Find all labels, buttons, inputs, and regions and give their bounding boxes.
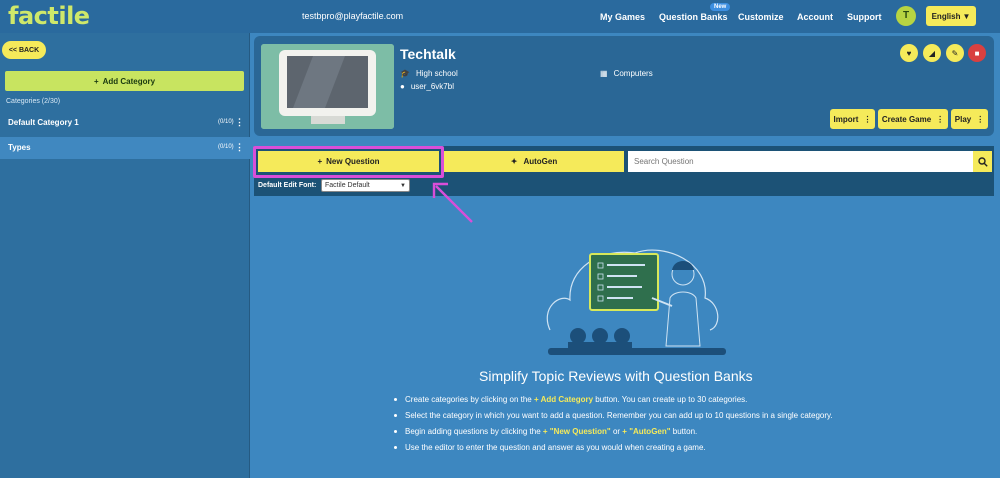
share-button[interactable]: ◢ xyxy=(923,44,941,62)
play-label: Play xyxy=(954,114,972,124)
more-icon: ⋮ xyxy=(976,114,985,124)
font-value: Factile Default xyxy=(325,182,370,189)
delete-button[interactable]: ■ xyxy=(968,44,986,62)
favorite-button[interactable]: ♥ xyxy=(900,44,918,62)
bank-user: ● user_6vk7bl xyxy=(400,82,454,91)
edit-button[interactable]: ✎ xyxy=(946,44,964,62)
bullet-text: Select the category in which you want to… xyxy=(405,411,833,420)
create-game-label: Create Game xyxy=(881,114,932,124)
heart-icon: ♥ xyxy=(906,48,912,58)
bank-title: Techtalk xyxy=(400,46,456,62)
category-name: Default Category 1 xyxy=(8,118,79,127)
bullet-text: button. xyxy=(670,427,698,436)
chevron-down-icon: ▼ xyxy=(962,11,971,21)
bullet-text: button. You can create up to 30 categori… xyxy=(593,395,748,404)
search-question-input[interactable] xyxy=(628,151,974,172)
trash-icon: ■ xyxy=(974,48,980,58)
category-count: (0/10) xyxy=(218,144,234,150)
factile-logo[interactable]: factile xyxy=(8,2,90,30)
user-text: user_6vk7bl xyxy=(410,82,454,91)
play-button[interactable]: Play ⋮ xyxy=(951,109,988,129)
list-item: Select the category in which you want to… xyxy=(394,410,914,426)
add-category-button[interactable]: + Add Category xyxy=(5,71,244,91)
teacher-illustration xyxy=(546,249,726,355)
bullet-highlight: Add Category xyxy=(540,395,594,404)
user-avatar[interactable]: T xyxy=(896,6,916,26)
more-icon: ⋮ xyxy=(936,114,945,124)
bank-level: 🎓 High school xyxy=(400,69,458,78)
autogen-label: AutoGen xyxy=(523,157,558,166)
nav-support[interactable]: Support xyxy=(847,12,882,22)
language-select[interactable]: English ▼ xyxy=(926,6,976,26)
import-label: Import xyxy=(833,114,859,124)
instructions-list: Create categories by clicking on the + A… xyxy=(394,394,914,458)
nav-my-games[interactable]: My Games xyxy=(600,12,645,22)
search-button[interactable] xyxy=(973,151,992,172)
more-options-icon[interactable]: ⋮ xyxy=(235,142,244,153)
highlight-box xyxy=(253,146,444,178)
subject-text: Computers xyxy=(613,69,653,78)
nav-question-banks[interactable]: Question Banks xyxy=(659,12,728,22)
magic-wand-icon: ✦ xyxy=(510,157,518,166)
nav-account[interactable]: Account xyxy=(797,12,833,22)
bank-thumbnail xyxy=(261,44,394,129)
plus-icon: + xyxy=(542,427,550,436)
list-item: Use the editor to enter the question and… xyxy=(394,442,914,458)
plus-icon: + xyxy=(533,395,541,404)
bullet-text: Create categories by clicking on the xyxy=(405,395,534,404)
language-label: English xyxy=(931,11,961,21)
bullet-text: Use the editor to enter the question and… xyxy=(405,443,706,452)
search-icon xyxy=(977,156,988,167)
default-font-label: Default Edit Font: xyxy=(258,182,317,189)
font-select[interactable]: Factile Default ▼ xyxy=(321,179,410,192)
category-count: (0/10) xyxy=(218,119,234,125)
sidebar-item-default-category-1[interactable]: Default Category 1 (0/10) ⋮ xyxy=(0,112,250,134)
back-button[interactable]: << BACK xyxy=(2,41,46,59)
autogen-button[interactable]: ✦ AutoGen xyxy=(444,151,624,172)
level-text: High school xyxy=(415,69,458,78)
more-icon: ⋮ xyxy=(863,114,872,124)
edit-icon: ✎ xyxy=(951,48,959,58)
chevron-down-icon: ▼ xyxy=(400,182,406,189)
plus-icon: + xyxy=(93,76,99,86)
bullet-text: Begin adding questions by clicking the xyxy=(405,427,543,436)
create-game-button[interactable]: Create Game ⋮ xyxy=(878,109,948,129)
category-name: Types xyxy=(8,143,31,152)
user-email: testbpro@playfactile.com xyxy=(302,11,404,21)
add-category-label: Add Category xyxy=(102,76,156,86)
annotation-arrow-icon xyxy=(432,182,473,223)
import-button[interactable]: Import ⋮ xyxy=(830,109,875,129)
list-item: Create categories by clicking on the + A… xyxy=(394,394,914,410)
empty-state-headline: Simplify Topic Reviews with Question Ban… xyxy=(479,368,753,384)
more-options-icon[interactable]: ⋮ xyxy=(235,117,244,128)
bullet-text: or xyxy=(610,427,623,436)
user-icon: ● xyxy=(400,82,405,91)
categories-count: Categories (2/30) xyxy=(6,98,61,105)
monitor-icon xyxy=(261,44,394,129)
graduation-cap-icon: 🎓 xyxy=(400,69,410,78)
nav-customize[interactable]: Customize xyxy=(738,12,784,22)
bullet-highlight: "AutoGen" xyxy=(629,427,671,436)
book-icon: ▦ xyxy=(600,69,608,78)
list-item: Begin adding questions by clicking the +… xyxy=(394,426,914,442)
sidebar-item-types[interactable]: Types (0/10) ⋮ xyxy=(0,137,250,159)
share-icon: ◢ xyxy=(928,48,936,58)
new-badge: New xyxy=(710,3,731,11)
bullet-highlight: "New Question" xyxy=(549,427,611,436)
bank-subject: ▦ Computers xyxy=(600,69,653,78)
